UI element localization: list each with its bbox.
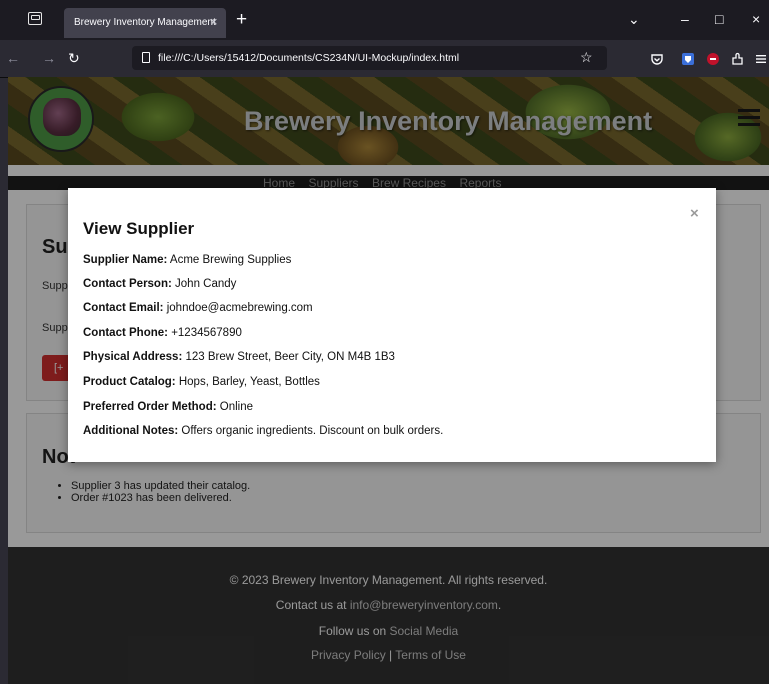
field-label: Supplier Name: [83, 254, 168, 266]
pocket-icon[interactable] [650, 52, 664, 66]
physical-address-row: Physical Address: 123 Brew Street, Beer … [83, 351, 395, 363]
ublock-icon[interactable] [706, 52, 720, 66]
field-label: Product Catalog: [83, 376, 176, 388]
field-value: Acme Brewing Supplies [169, 254, 292, 266]
forward-button[interactable]: → [42, 50, 56, 66]
browser-tab-bar: Brewery Inventory Management × + ⌄ – □ × [0, 0, 769, 40]
tab-close-icon[interactable]: × [210, 14, 218, 29]
modal-title: View Supplier [83, 219, 195, 238]
minimize-button[interactable]: – [681, 11, 689, 27]
field-value: John Candy [175, 278, 237, 290]
field-label: Additional Notes: [83, 425, 179, 437]
tab-title: Brewery Inventory Management [74, 17, 216, 28]
tab-overflow-icon[interactable]: ⌄ [628, 11, 640, 28]
field-label: Preferred Order Method: [83, 401, 217, 413]
contact-email-row: Contact Email: johndoe@acmebrewing.com [83, 302, 313, 314]
order-method-row: Preferred Order Method: Online [83, 401, 253, 413]
close-window-button[interactable]: × [752, 11, 760, 27]
maximize-button[interactable]: □ [715, 11, 723, 27]
url-bar[interactable]: file:///C:/Users/15412/Documents/CS234N/… [132, 46, 607, 70]
field-value: Hops, Barley, Yeast, Bottles [178, 376, 320, 388]
field-label: Contact Person: [83, 278, 172, 290]
view-supplier-modal: View Supplier × Supplier Name: Acme Brew… [68, 188, 716, 462]
page-icon [142, 52, 150, 63]
field-value: Offers organic ingredients. Discount on … [181, 425, 444, 437]
additional-notes-row: Additional Notes: Offers organic ingredi… [83, 425, 443, 437]
page-viewport: Brewery Inventory Management Home Suppli… [8, 77, 769, 684]
tab-list-icon[interactable] [28, 12, 42, 25]
extensions-icon[interactable] [730, 52, 744, 66]
field-label: Contact Email: [83, 302, 164, 314]
field-value: johndoe@acmebrewing.com [166, 302, 313, 314]
back-button[interactable]: ← [6, 50, 20, 66]
field-value: 123 Brew Street, Beer City, ON M4B 1B3 [185, 351, 395, 363]
modal-close-icon[interactable]: × [690, 205, 699, 222]
reload-button[interactable]: ↻ [68, 50, 80, 67]
contact-person-row: Contact Person: John Candy [83, 278, 236, 290]
field-value: Online [219, 401, 254, 413]
field-label: Contact Phone: [83, 327, 168, 339]
contact-phone-row: Contact Phone: +1234567890 [83, 327, 242, 339]
url-text[interactable]: file:///C:/Users/15412/Documents/CS234N/… [158, 52, 459, 64]
bookmark-star-icon[interactable]: ☆ [580, 49, 593, 66]
new-tab-button[interactable]: + [236, 9, 247, 31]
extension-shield-icon[interactable] [681, 52, 695, 66]
supplier-name-row: Supplier Name: Acme Brewing Supplies [83, 254, 291, 266]
app-menu-icon[interactable] [754, 52, 768, 66]
field-label: Physical Address: [83, 351, 183, 363]
browser-tab[interactable]: Brewery Inventory Management × [64, 8, 226, 38]
field-value: +1234567890 [171, 327, 242, 339]
product-catalog-row: Product Catalog: Hops, Barley, Yeast, Bo… [83, 376, 320, 388]
